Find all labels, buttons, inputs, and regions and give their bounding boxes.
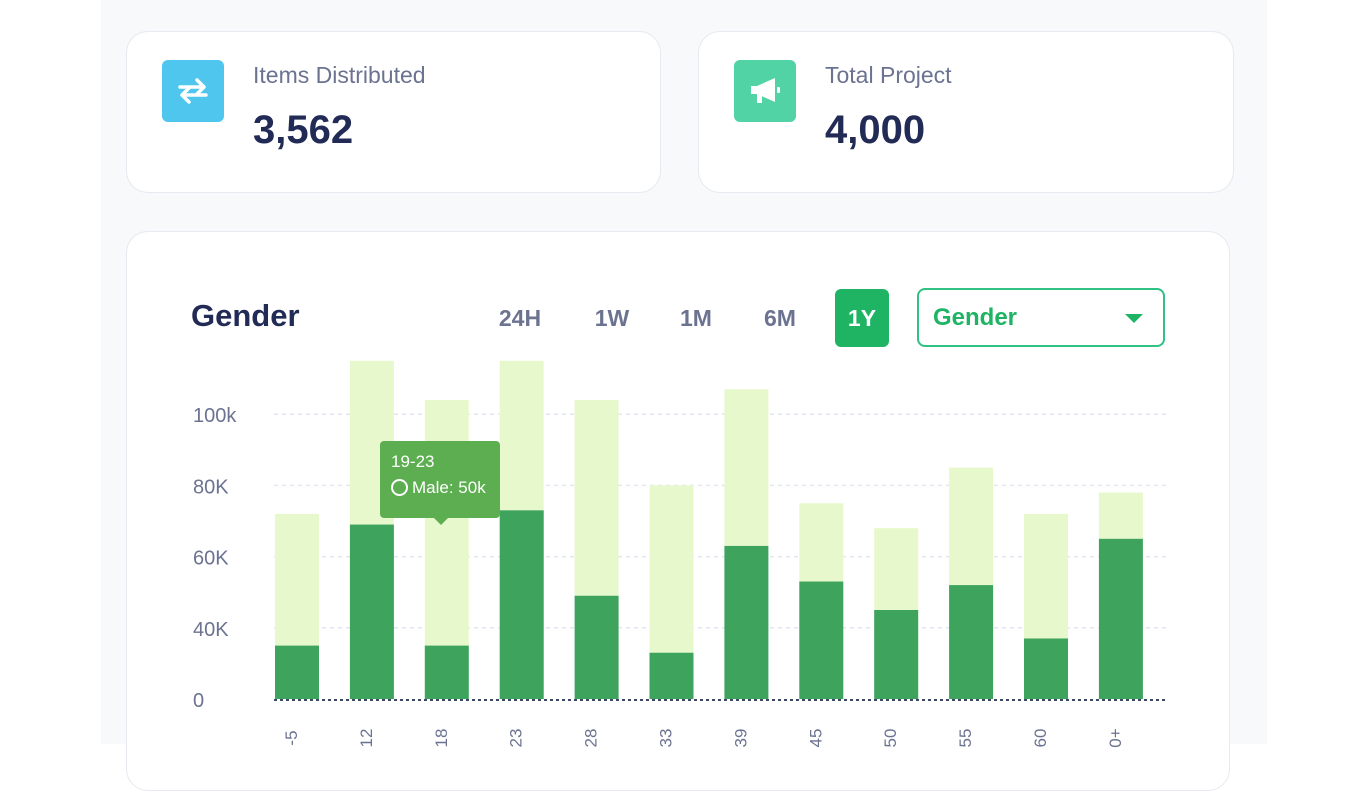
bar-segment-total [649, 485, 694, 653]
bar-segment-total [574, 399, 619, 596]
x-tick-label: 12 [357, 729, 376, 748]
x-tick-label: 33 [657, 729, 676, 748]
bar-segment-male [724, 545, 769, 699]
bar-segment-total [1098, 492, 1143, 539]
stat-value: 4,000 [825, 108, 926, 152]
total-project-card: Total Project 4,000 [698, 31, 1234, 193]
stat-value: 3,562 [253, 108, 354, 152]
bar-segment-male [874, 610, 919, 699]
x-tick-label: 60 [1031, 729, 1050, 748]
bar-segment-male [424, 645, 469, 699]
bar-segment-male [349, 524, 394, 699]
gender-bar-chart: 0 40K 60K 80K 100k -5 12 18 23 28 33 39 45 50 55 60 0+ [193, 360, 1167, 748]
stat-label: Total Project [825, 62, 952, 88]
bar-segment-male [574, 595, 619, 699]
gender-chart-card: Gender 24H 1W 1M 6M 1Y Gender 0 40K 60K 80K… [126, 231, 1230, 791]
bar-segment-total [874, 528, 919, 610]
x-tick-label: -5 [282, 730, 301, 745]
bar-segment-total [499, 360, 544, 511]
stat-label: Items Distributed [253, 62, 426, 88]
chart-tooltip: 19-23 Male: 50k [380, 441, 500, 525]
bar-segment-male [1098, 538, 1143, 699]
x-tick-label: 39 [731, 729, 750, 748]
bar-segment-male [1024, 638, 1068, 699]
bar-segment-total [724, 389, 769, 546]
tooltip-value: Male: 50k [412, 478, 486, 497]
x-tick-label: 28 [582, 729, 601, 748]
x-tick-label: 50 [881, 729, 900, 748]
y-tick-label: 60K [193, 548, 229, 570]
bar-segment-total [799, 503, 844, 582]
y-tick-label: 0 [193, 690, 204, 712]
tooltip-title: 19-23 [391, 452, 435, 471]
bar-segment-male [949, 585, 994, 699]
bar-segment-male [275, 645, 319, 699]
x-tick-label: 23 [507, 729, 526, 748]
y-tick-label: 100k [193, 405, 237, 427]
bar-segment-male [499, 510, 544, 699]
bar-segment-total [275, 513, 319, 646]
bar-segment-total [1024, 513, 1068, 639]
bar-segment-total [949, 467, 994, 586]
swap-arrows-icon [162, 60, 224, 122]
x-tick-label: 0+ [1106, 728, 1125, 747]
megaphone-icon [734, 60, 796, 122]
tooltip-row: Male: 50k [391, 478, 486, 498]
bar-segment-male [649, 652, 694, 699]
x-tick-label: 18 [432, 729, 451, 748]
x-tick-label: 45 [806, 729, 825, 748]
items-distributed-card: Items Distributed 3,562 [126, 31, 661, 193]
y-tick-label: 40K [193, 619, 229, 641]
bar-segment-male [799, 581, 844, 699]
y-tick-label: 80K [193, 476, 229, 498]
x-tick-label: 55 [956, 729, 975, 748]
circle-icon [391, 479, 408, 496]
